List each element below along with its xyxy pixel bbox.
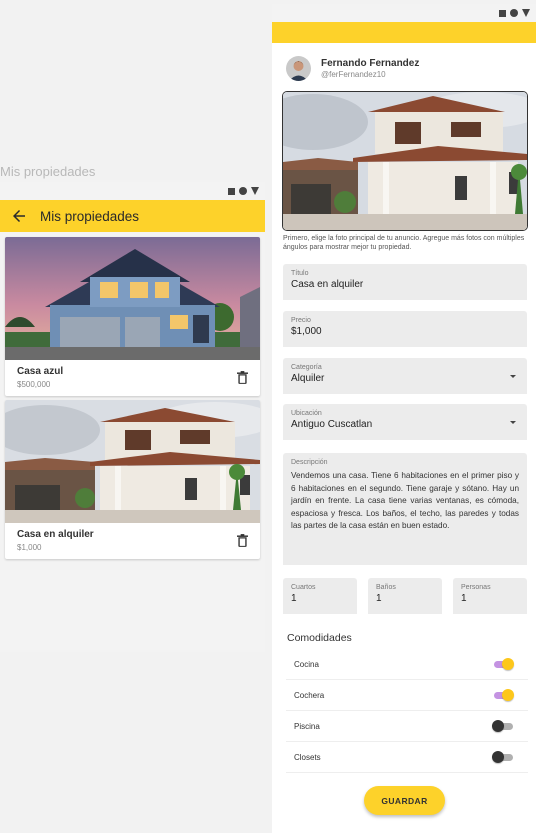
property-price: $500,000 — [17, 380, 51, 389]
bathrooms-field[interactable]: Baños 1 — [368, 578, 442, 614]
amenity-garage: Cochera — [286, 680, 528, 711]
amenity-pool: Piscina — [286, 711, 528, 742]
app-bar — [272, 22, 536, 43]
amenity-label: Cochera — [294, 690, 325, 700]
people-field[interactable]: Personas 1 — [453, 578, 527, 614]
field-label: Descripción — [291, 459, 328, 466]
field-label: Título — [291, 270, 309, 277]
back-arrow-icon[interactable] — [10, 207, 28, 225]
location-select[interactable]: Ubicación Antiguo Cuscatlan — [283, 404, 527, 440]
field-label: Cuartos — [291, 584, 316, 591]
page-title: Mis propiedades — [40, 208, 140, 224]
field-value: 1 — [291, 593, 297, 604]
dropdown-arrow-icon — [510, 421, 516, 424]
category-select[interactable]: Categoría Alquiler — [283, 358, 527, 394]
property-price: $1,000 — [17, 543, 42, 552]
field-label: Precio — [291, 317, 311, 324]
description-text: Vendemos una casa. Tiene 6 habitaciones … — [291, 471, 519, 530]
property-photo — [5, 237, 260, 360]
title-field[interactable]: Título Casa en alquiler — [283, 264, 527, 300]
pool-toggle[interactable] — [492, 720, 514, 732]
field-label: Ubicación — [291, 410, 322, 417]
field-label: Personas — [461, 584, 491, 591]
amenity-closets: Closets — [286, 742, 528, 773]
property-title: Casa azul — [17, 366, 64, 377]
home-icon — [510, 9, 518, 17]
main-photo[interactable] — [283, 92, 527, 230]
status-bar — [0, 182, 265, 200]
user-name: Fernando Fernandez — [321, 58, 420, 69]
property-title: Casa en alquiler — [17, 529, 94, 540]
property-info: Casa azul $500,000 — [5, 360, 260, 396]
save-button[interactable]: GUARDAR — [364, 786, 445, 815]
app-bar: Mis propiedades — [0, 200, 265, 232]
field-value: 1 — [376, 593, 382, 604]
photo-hint: Primero, elige la foto principal de tu a… — [283, 235, 525, 251]
avatar — [286, 56, 311, 81]
recent-apps-icon — [228, 187, 235, 195]
dropdown-arrow-icon — [510, 375, 516, 378]
field-value: Antiguo Cuscatlan — [291, 419, 373, 430]
user-handle: @ferFernandez10 — [321, 70, 386, 79]
edit-property-screen: Fernando Fernandez @ferFernandez10 Prime… — [272, 4, 536, 833]
user-profile: Fernando Fernandez @ferFernandez10 — [286, 56, 419, 81]
my-properties-screen: Mis propiedades Casa azul $500,000 Casa … — [0, 182, 265, 652]
amenity-label: Cocina — [294, 659, 319, 669]
property-photo — [5, 400, 260, 523]
field-value: 1 — [461, 593, 467, 604]
signal-icon — [251, 187, 259, 195]
delete-icon[interactable] — [237, 534, 248, 547]
price-field[interactable]: Precio $1,000 — [283, 311, 527, 347]
field-value: $1,000 — [291, 326, 322, 337]
property-card[interactable]: Casa azul $500,000 — [5, 237, 260, 396]
property-info: Casa en alquiler $1,000 — [5, 523, 260, 559]
amenity-label: Piscina — [294, 721, 320, 731]
field-label: Baños — [376, 584, 396, 591]
closets-toggle[interactable] — [492, 751, 514, 763]
screen-caption: Mis propiedades — [0, 164, 96, 179]
amenity-label: Closets — [294, 752, 321, 762]
field-value: Casa en alquiler — [291, 279, 364, 290]
rooms-field[interactable]: Cuartos 1 — [283, 578, 357, 614]
recent-apps-icon — [499, 9, 506, 17]
amenities-title: Comodidades — [287, 632, 352, 644]
status-bar — [272, 4, 536, 22]
kitchen-toggle[interactable] — [492, 658, 514, 670]
garage-toggle[interactable] — [492, 689, 514, 701]
field-value: Alquiler — [291, 373, 325, 384]
signal-icon — [522, 9, 530, 17]
description-field[interactable]: Descripción Vendemos una casa. Tiene 6 h… — [283, 453, 527, 565]
property-card[interactable]: Casa en alquiler $1,000 — [5, 400, 260, 559]
amenity-kitchen: Cocina — [286, 649, 528, 680]
field-label: Categoría — [291, 364, 322, 371]
delete-icon[interactable] — [237, 371, 248, 384]
home-icon — [239, 187, 247, 195]
